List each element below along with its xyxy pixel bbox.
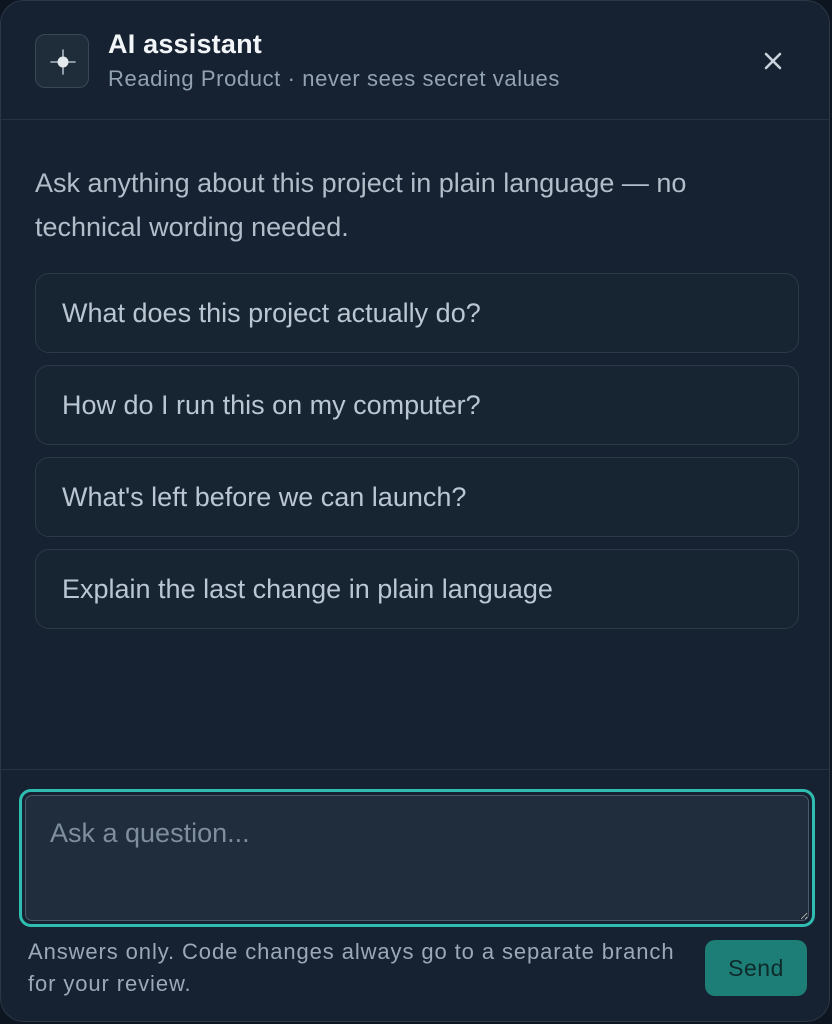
panel-header: AI assistant Reading Product · never see… xyxy=(1,1,829,120)
panel-title: AI assistant xyxy=(108,29,262,59)
panel-subtitle: Reading Product · never sees secret valu… xyxy=(108,66,560,91)
suggestion-explain-last-change[interactable]: Explain the last change in plain languag… xyxy=(35,549,799,629)
suggestion-list: What does this project actually do? How … xyxy=(35,273,799,641)
suggestion-whats-left-before-launch[interactable]: What's left before we can launch? xyxy=(35,457,799,537)
composer-note: Answers only. Code changes always go to … xyxy=(28,939,675,996)
assistant-logo xyxy=(35,34,89,88)
suggestion-how-to-run[interactable]: How do I run this on my computer? xyxy=(35,365,799,445)
intro-text: Ask anything about this project in plain… xyxy=(35,168,687,242)
send-button[interactable]: Send xyxy=(705,940,807,996)
close-button[interactable] xyxy=(757,45,789,77)
question-input-focus-ring xyxy=(19,789,815,927)
assistant-panel: AI assistant Reading Product · never see… xyxy=(0,0,830,1022)
suggestion-what-does-project-do[interactable]: What does this project actually do? xyxy=(35,273,799,353)
question-input[interactable] xyxy=(25,795,809,921)
composer: Answers only. Code changes always go to … xyxy=(1,769,829,1021)
